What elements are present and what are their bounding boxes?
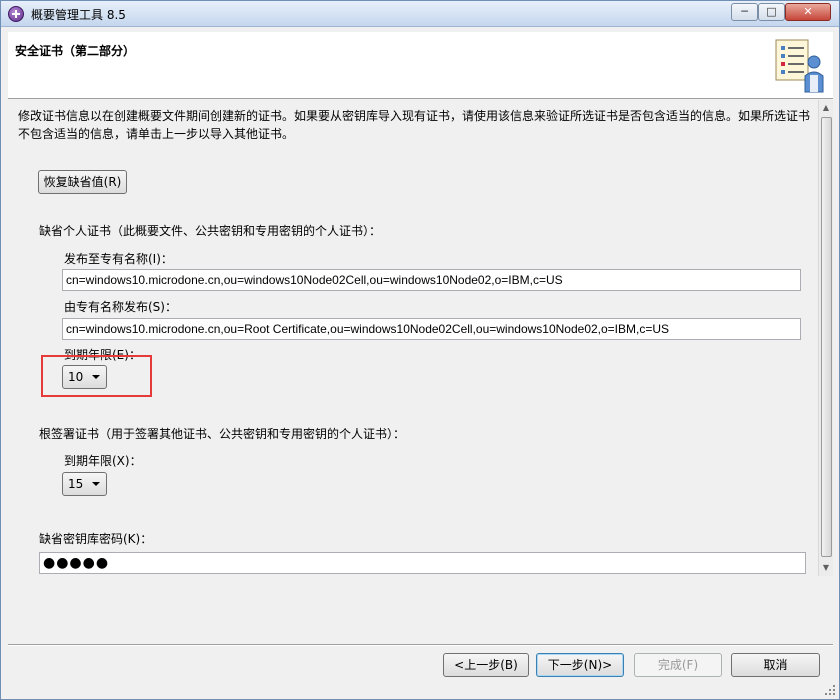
highlight-annotation: [41, 355, 152, 397]
title-bar[interactable]: 概要管理工具 8.5 ─ □ ✕: [1, 1, 839, 27]
keystore-password-label: 缺省密钥库密码(K)：: [39, 532, 153, 546]
personal-cert-heading: 缺省个人证书（此概要文件、公共密钥和专用密钥的个人证书）：: [39, 224, 382, 238]
scroll-up-icon[interactable]: ▲: [821, 103, 831, 113]
keystore-password-field[interactable]: ●●●●●: [39, 552, 806, 574]
chevron-down-icon: [92, 482, 100, 486]
root-expiration-label: 到期年限(X)：: [64, 454, 142, 468]
wizard-header: 安全证书（第二部分）: [8, 32, 833, 99]
root-expiration-value: 15: [68, 477, 84, 491]
next-button[interactable]: 下一步(N)>: [536, 653, 624, 677]
wizard-content: 修改证书信息以在创建概要文件期间创建新的证书。如果要从密钥库导入现有证书，请使用…: [8, 100, 818, 576]
issued-by-field[interactable]: cn=windows10.microdone.cn,ou=Root Certif…: [62, 318, 801, 340]
cancel-button[interactable]: 取消: [731, 653, 820, 677]
scroll-down-icon[interactable]: ▼: [821, 563, 831, 573]
maximize-button[interactable]: □: [758, 3, 785, 21]
page-title: 安全证书（第二部分）: [15, 44, 136, 58]
close-button[interactable]: ✕: [785, 3, 831, 21]
back-button[interactable]: <上一步(B): [443, 653, 529, 677]
vertical-scrollbar[interactable]: ▲ ▼: [818, 100, 833, 576]
issued-to-field[interactable]: cn=windows10.microdone.cn,ou=windows10No…: [62, 269, 801, 291]
root-cert-heading: 根签署证书（用于签署其他证书、公共密钥和专用密钥的个人证书）：: [39, 427, 406, 441]
page-description: 修改证书信息以在创建概要文件期间创建新的证书。如果要从密钥库导入现有证书，请使用…: [18, 109, 811, 141]
restore-defaults-button[interactable]: 恢复缺省值(R): [38, 170, 127, 194]
root-expiration-select[interactable]: 15: [62, 472, 107, 496]
minimize-button[interactable]: ─: [731, 3, 758, 21]
window-title: 概要管理工具 8.5: [31, 8, 126, 22]
resize-grip-icon[interactable]: [824, 684, 836, 696]
issued-by-label: 由专有名称发布(S)：: [64, 300, 177, 314]
scrollbar-thumb[interactable]: [821, 117, 832, 557]
footer-divider: [8, 644, 833, 646]
wizard-checklist-icon: [775, 39, 824, 93]
app-icon: [8, 6, 24, 22]
issued-to-label: 发布至专有名称(I)：: [64, 252, 173, 266]
wizard-window: 概要管理工具 8.5 ─ □ ✕ 安全证书（第二部分） 修改证书信息以在创建概要…: [0, 0, 840, 700]
finish-button[interactable]: 完成(F): [634, 653, 722, 677]
